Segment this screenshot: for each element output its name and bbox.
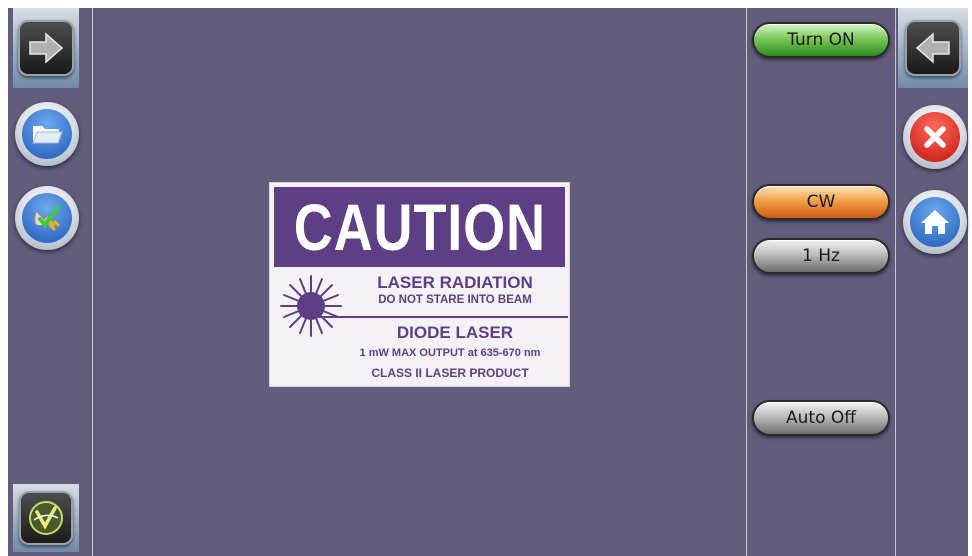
auto-off-button[interactable]: Auto Off <box>752 400 890 436</box>
folder-icon <box>22 109 72 159</box>
laser-radiation-text: LASER RADIATION <box>377 273 533 292</box>
caution-title: CAUTION <box>293 190 546 264</box>
open-file-button[interactable] <box>15 102 79 166</box>
cw-mode-button[interactable]: CW <box>752 184 890 220</box>
left-divider <box>92 8 93 556</box>
laser-caution-sign: CAUTION LASER RADIATION DO NOT STARE INT… <box>269 182 570 387</box>
home-button[interactable] <box>903 190 967 254</box>
right-divider <box>895 8 896 556</box>
diode-laser-text: DIODE LASER <box>396 323 514 342</box>
laser-starburst-icon <box>278 273 344 339</box>
arrow-left-icon <box>905 20 961 76</box>
arrow-right-icon <box>18 20 74 76</box>
back-nav-button[interactable] <box>898 8 968 88</box>
frequency-button[interactable]: 1 Hz <box>752 238 890 274</box>
max-output-text: 1 mW MAX OUTPUT at 635-670 nm <box>359 347 541 359</box>
laser-class-text: CLASS II LASER PRODUCT <box>371 366 529 380</box>
veex-logo-icon <box>19 491 73 545</box>
turn-on-button[interactable]: Turn ON <box>752 22 890 58</box>
close-button[interactable] <box>903 105 967 169</box>
tools-button[interactable] <box>15 186 79 250</box>
caution-header: CAUTION <box>274 187 565 267</box>
controls-divider <box>746 8 747 556</box>
brand-logo-button[interactable] <box>13 484 79 552</box>
close-icon <box>910 112 960 162</box>
home-icon <box>910 197 960 247</box>
beam-line <box>312 316 568 318</box>
do-not-stare-text: DO NOT STARE INTO BEAM <box>378 294 532 306</box>
forward-nav-button[interactable] <box>13 8 79 88</box>
plug-check-icon <box>22 193 72 243</box>
